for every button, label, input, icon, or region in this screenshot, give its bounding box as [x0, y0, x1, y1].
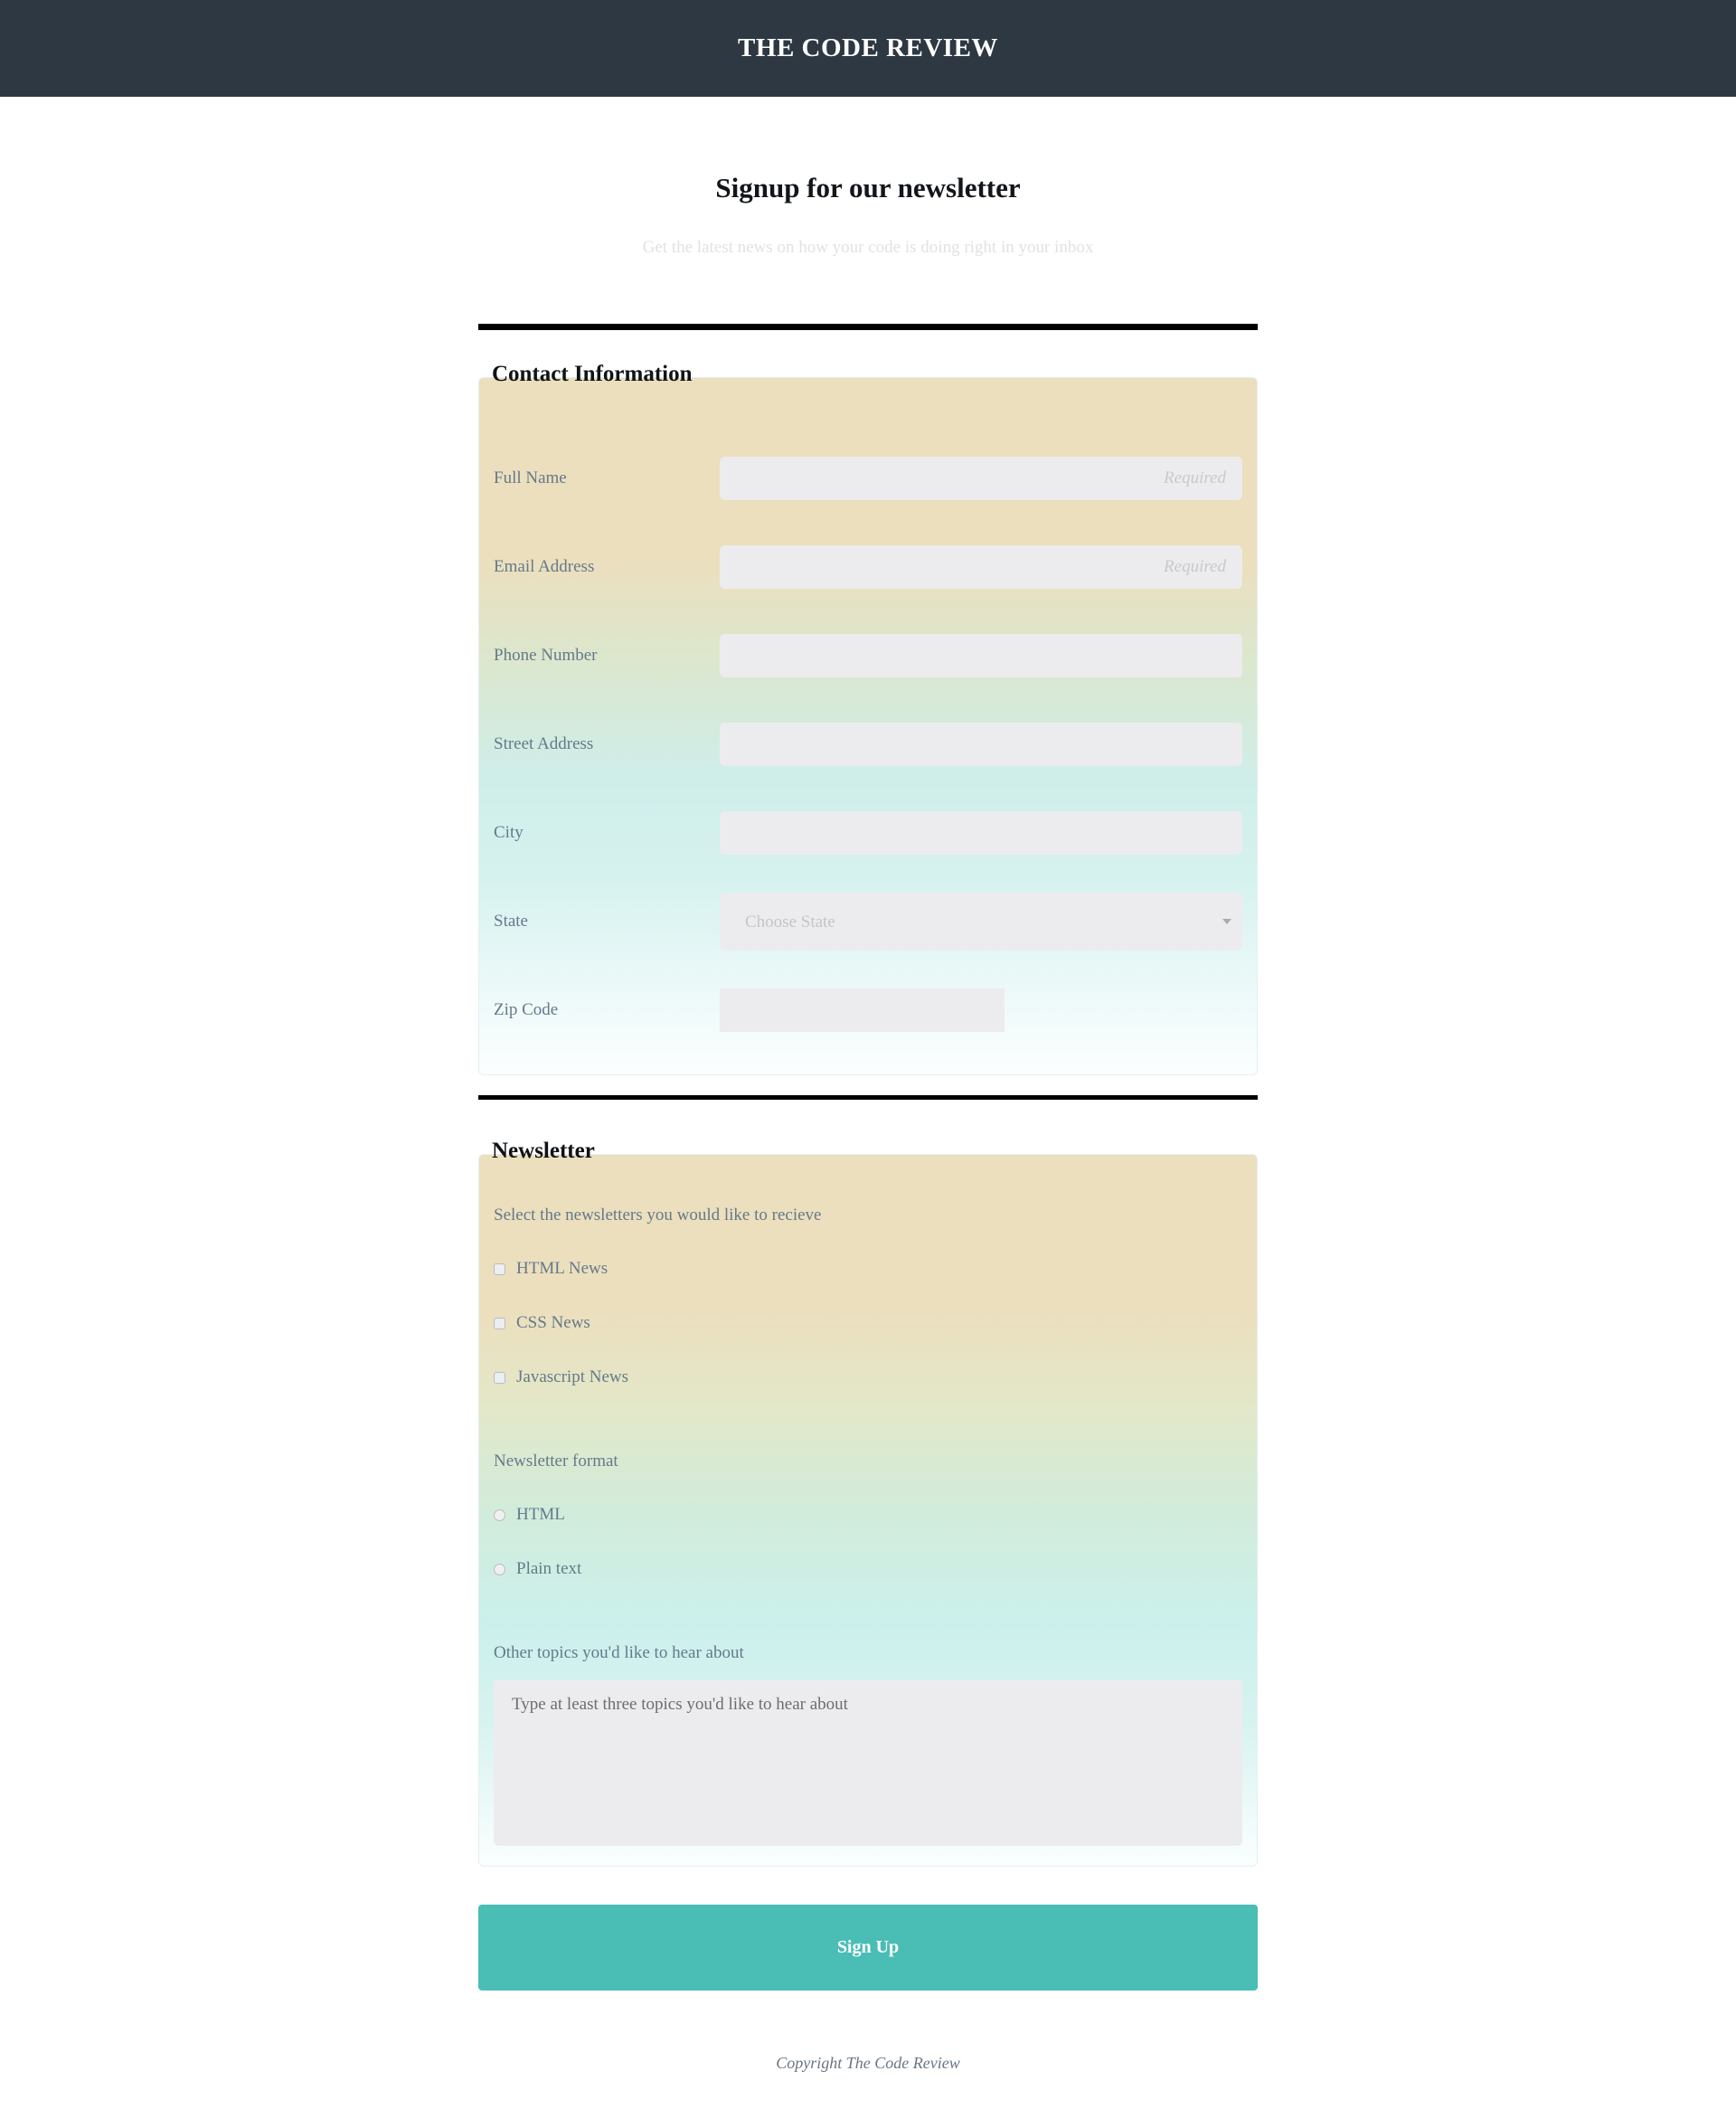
phone-number-label: Phone Number [494, 646, 598, 666]
state-control: Choose State [720, 893, 1242, 951]
state-select-wrapper: Choose State [720, 893, 1242, 951]
street-address-control [720, 723, 1242, 767]
radio-label-html: HTML [516, 1505, 565, 1525]
street-address-input[interactable] [720, 723, 1242, 767]
phone-number-input[interactable] [720, 634, 1242, 678]
newsletter-inner: Select the newsletters you would like to… [479, 1206, 1257, 1847]
zip-code-input[interactable] [720, 988, 1005, 1033]
checkbox-icon[interactable] [494, 1263, 505, 1275]
section-divider-rule [478, 1095, 1258, 1101]
email-address-control [720, 545, 1242, 590]
zip-code-control [720, 988, 1242, 1033]
field-row-full-name: Full Name [479, 434, 1257, 523]
checkbox-icon[interactable] [494, 1371, 505, 1384]
checkbox-label-html-news: HTML News [516, 1259, 609, 1279]
zip-code-label: Zip Code [494, 1000, 559, 1020]
checkbox-row-javascript-news[interactable]: Javascript News [494, 1350, 1242, 1404]
page-title: Signup for our newsletter [715, 172, 1021, 203]
street-address-label: Street Address [494, 734, 594, 754]
field-row-city: City [479, 789, 1257, 877]
contact-information-fieldset: Contact Information Full Name Email Addr… [478, 362, 1258, 1076]
checkbox-row-css-news[interactable]: CSS News [494, 1296, 1242, 1350]
checkbox-label-css-news: CSS News [516, 1313, 590, 1333]
field-row-zip-code: Zip Code [479, 966, 1257, 1054]
full-name-control [720, 457, 1242, 501]
phone-number-control [720, 634, 1242, 678]
checkbox-row-html-news[interactable]: HTML News [494, 1242, 1242, 1296]
newsletter-legend: Newsletter [492, 1139, 595, 1164]
full-name-input[interactable] [720, 457, 1242, 501]
checkbox-icon[interactable] [494, 1317, 505, 1329]
field-row-state: State Choose State [479, 877, 1257, 966]
newsletter-format-prompt: Newsletter format [494, 1452, 618, 1471]
field-row-phone-number: Phone Number [479, 611, 1257, 700]
email-address-label: Email Address [494, 557, 595, 577]
full-name-label: Full Name [494, 468, 567, 488]
signup-form: Contact Information Full Name Email Addr… [478, 258, 1258, 1991]
radio-icon[interactable] [494, 1508, 505, 1521]
city-input[interactable] [720, 811, 1242, 856]
sign-up-button[interactable]: Sign Up [478, 1905, 1258, 1991]
checkbox-label-javascript-news: Javascript News [516, 1367, 628, 1387]
other-topics-prompt: Other topics you'd like to hear about [494, 1643, 744, 1663]
radio-row-plain-text[interactable]: Plain text [494, 1542, 1242, 1596]
newsletter-fieldset: Newsletter Select the newsletters you wo… [478, 1139, 1258, 1868]
state-label: State [494, 912, 528, 932]
radio-row-html[interactable]: HTML [494, 1488, 1242, 1542]
intro-block: Signup for our newsletter Get the latest… [0, 171, 1736, 258]
copyright-text: Copyright The Code Review [776, 2054, 960, 2073]
radio-icon[interactable] [494, 1563, 505, 1575]
city-control [720, 811, 1242, 856]
field-row-street-address: Street Address [479, 700, 1257, 789]
site-header: THE CODE REVIEW [0, 0, 1736, 97]
site-brand-title: THE CODE REVIEW [738, 33, 998, 62]
page-subtitle: Get the latest news on how your code is … [642, 238, 1094, 258]
page-body: Signup for our newsletter Get the latest… [0, 97, 1736, 2109]
state-select[interactable]: Choose State [720, 893, 1242, 951]
top-divider-rule [478, 324, 1258, 331]
contact-information-legend: Contact Information [492, 362, 693, 387]
other-topics-textarea[interactable] [494, 1679, 1242, 1847]
field-row-email-address: Email Address [479, 523, 1257, 611]
newsletter-checkbox-prompt: Select the newsletters you would like to… [494, 1206, 822, 1225]
city-label: City [494, 823, 524, 843]
email-address-input[interactable] [720, 545, 1242, 590]
radio-label-plain-text: Plain text [516, 1559, 582, 1579]
